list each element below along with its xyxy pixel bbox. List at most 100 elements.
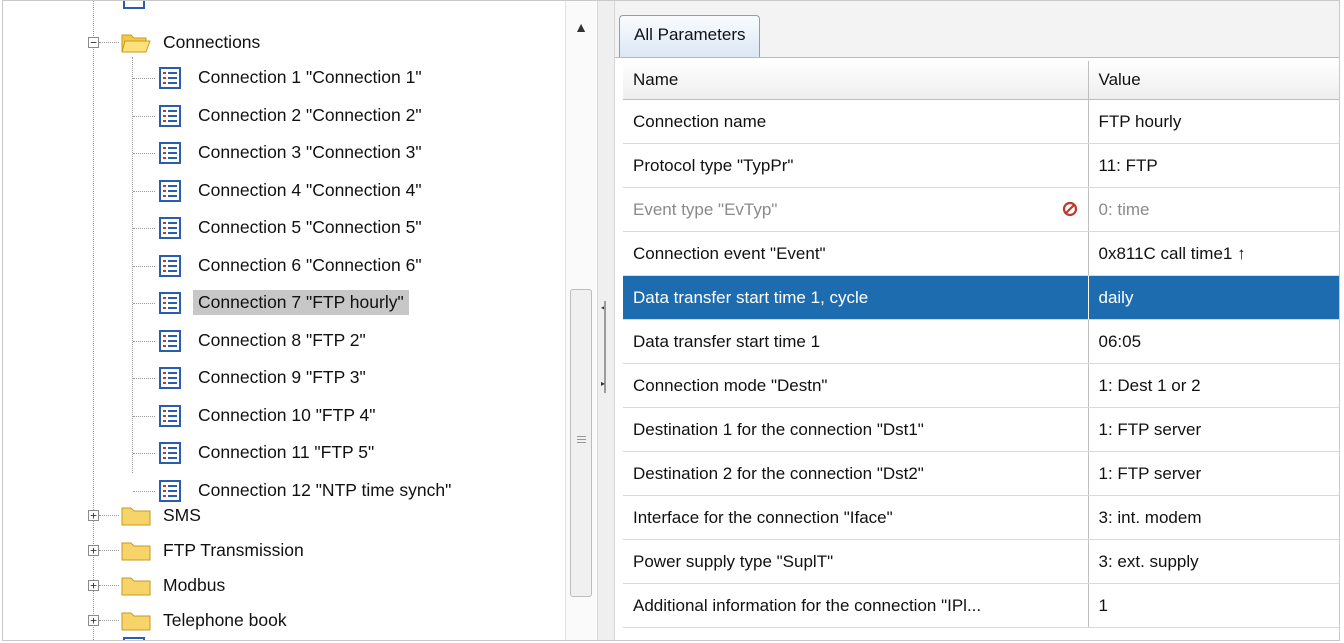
parameter-name-cell: Connection mode "Destn" [623,363,1089,408]
tree-item-connection[interactable]: Connection 12 "NTP time synch" [193,478,456,503]
tree-scrollbar[interactable]: ▲ [565,1,596,640]
parameter-name-cell: Connection name [623,99,1089,144]
parameter-name-cell: Power supply type "SuplT" [623,539,1089,584]
parameter-value-cell[interactable]: daily [1088,275,1339,320]
parameter-list-icon [159,479,181,502]
tree-item-connection[interactable]: Connection 5 "Connection 5" [193,215,427,240]
expand-icon[interactable]: + [88,580,99,591]
parameter-value-cell[interactable]: 1: FTP server [1088,451,1339,496]
parameter-value-cell[interactable]: 3: ext. supply [1088,539,1339,584]
parameter-list-icon [159,404,181,427]
expand-icon[interactable]: + [88,510,99,521]
tree-folder-ftp-transmission[interactable]: FTP Transmission [158,538,309,563]
tree-line [133,453,155,454]
tree-item-connection[interactable]: Connection 7 "FTP hourly" [193,290,409,315]
parameter-row[interactable]: Data transfer start time 1 06:05 [623,319,1339,364]
parameter-name-cell: Data transfer start time 1 [623,319,1089,364]
tree-line [99,550,119,551]
parameter-value-cell[interactable]: 11: FTP [1088,143,1339,188]
tree-line [133,115,155,117]
parameter-list-icon [159,292,181,314]
parameter-name: Data transfer start time 1 [633,331,821,351]
parameter-row[interactable]: Interface for the connection "Iface" 3: i… [623,495,1339,540]
parameter-row[interactable]: Data transfer start time 1, cycle daily [623,275,1339,320]
tree-folder-telephone-book[interactable]: Telephone book [158,608,292,633]
parameter-name-cell: Event type "EvTyp" [623,187,1089,232]
tree-item-connection[interactable]: Connection 4 "Connection 4" [193,178,427,203]
parameter-name: Interface for the connection "Iface" [633,507,893,527]
parameter-row[interactable]: Connection mode "Destn" 1: Dest 1 or 2 [623,363,1339,408]
parameter-list-icon [159,254,181,277]
parameter-value-cell[interactable]: 3: int. modem [1088,495,1339,540]
tree-item-connection[interactable]: Connection 10 "FTP 4" [193,403,380,428]
parameter-row[interactable]: Protocol type "TypPr" 11: FTP [623,143,1339,188]
parameter-value-cell[interactable]: 1 [1088,583,1339,628]
grid-header-row: Name Value [623,61,1339,100]
parameter-list-icon [159,442,181,464]
parameter-row[interactable]: Destination 1 for the connection "Dst1" 1… [623,407,1339,452]
tree-folder-modbus[interactable]: Modbus [158,573,230,598]
tree-line [133,490,155,492]
parameter-row[interactable]: Connection name FTP hourly [623,99,1339,144]
tree-folder-sms[interactable]: SMS [158,503,206,528]
parameter-row[interactable]: Additional information for the connectio… [623,583,1339,628]
folder-icon [121,34,151,53]
parameter-name: Destination 1 for the connection "Dst1" [633,419,924,439]
parameter-name: Data transfer start time 1, cycle [633,287,869,307]
tree-line [99,620,119,621]
parameter-name: Protocol type "TypPr" [633,155,794,175]
parameter-list-icon [123,1,145,9]
expand-icon[interactable]: + [88,615,99,626]
column-header-value[interactable]: Value [1088,61,1339,100]
parameter-list-icon [159,329,181,352]
panel-splitter[interactable]: ◂ ▸ [597,1,615,640]
tree-item-connection[interactable]: Connection 6 "Connection 6" [193,253,427,278]
column-header-name[interactable]: Name [623,61,1089,100]
parameter-name: Additional information for the connectio… [633,595,982,615]
tree-item-connection[interactable]: Connection 3 "Connection 3" [193,140,427,165]
tree-line [133,78,155,79]
parameter-value-cell[interactable]: 0x811C call time1 ↑ [1088,231,1339,276]
parameter-value-cell[interactable]: 06:05 [1088,319,1339,364]
tab-all-parameters[interactable]: All Parameters [619,15,761,57]
parameter-row[interactable]: Destination 2 for the connection "Dst2" 1… [623,451,1339,496]
collapse-icon[interactable]: − [88,37,99,48]
tree-folder-connections[interactable]: Connections [158,30,265,55]
expand-right-icon[interactable]: ▸ [601,379,605,388]
tree-line [133,265,155,267]
parameter-name: Power supply type "SuplT" [633,551,834,571]
scrollbar-thumb[interactable] [570,289,592,597]
parameter-name: Connection event "Event" [633,243,826,263]
folder-icon [121,577,151,596]
folder-icon [121,612,151,631]
parameter-row[interactable]: Connection event "Event" 0x811C call time… [623,231,1339,276]
parameter-name: Connection name [633,111,767,131]
parameters-panel: All Parameters Name Value Connection nam… [615,1,1339,640]
tree-line [133,415,155,417]
tree-line [99,515,119,516]
parameter-name-cell: Protocol type "TypPr" [623,143,1089,188]
expand-icon[interactable]: + [88,545,99,556]
parameter-value-cell[interactable]: 0: time [1088,187,1339,232]
tree-line [133,340,155,342]
scroll-up-icon[interactable]: ▲ [566,19,596,39]
parameter-row[interactable]: Event type "EvTyp" 0: time [623,187,1339,232]
parameter-name-cell: Additional information for the connectio… [623,583,1089,628]
folder-icon [121,507,151,526]
tree-line [133,228,155,229]
tree-item-connection[interactable]: Connection 1 "Connection 1" [193,65,427,90]
tree-item-connection[interactable]: Connection 8 "FTP 2" [193,328,371,353]
parameter-list-icon [159,179,181,202]
navigation-tree: − Connections Connection 1 "Connection 1… [9,1,563,640]
tree-item-connection[interactable]: Connection 9 "FTP 3" [193,365,371,390]
tree-item-connection[interactable]: Connection 2 "Connection 2" [193,103,427,128]
parameter-value-cell[interactable]: 1: Dest 1 or 2 [1088,363,1339,408]
parameter-value-cell[interactable]: FTP hourly [1088,99,1339,144]
parameter-row[interactable]: Power supply type "SuplT" 3: ext. supply [623,539,1339,584]
tree-item-connection[interactable]: Connection 11 "FTP 5" [193,440,379,465]
parameter-name-cell: Connection event "Event" [623,231,1089,276]
parameter-list-icon [159,217,181,239]
parameter-value-cell[interactable]: 1: FTP server [1088,407,1339,452]
tab-strip: All Parameters [615,1,1339,58]
parameter-list-icon [123,637,145,640]
